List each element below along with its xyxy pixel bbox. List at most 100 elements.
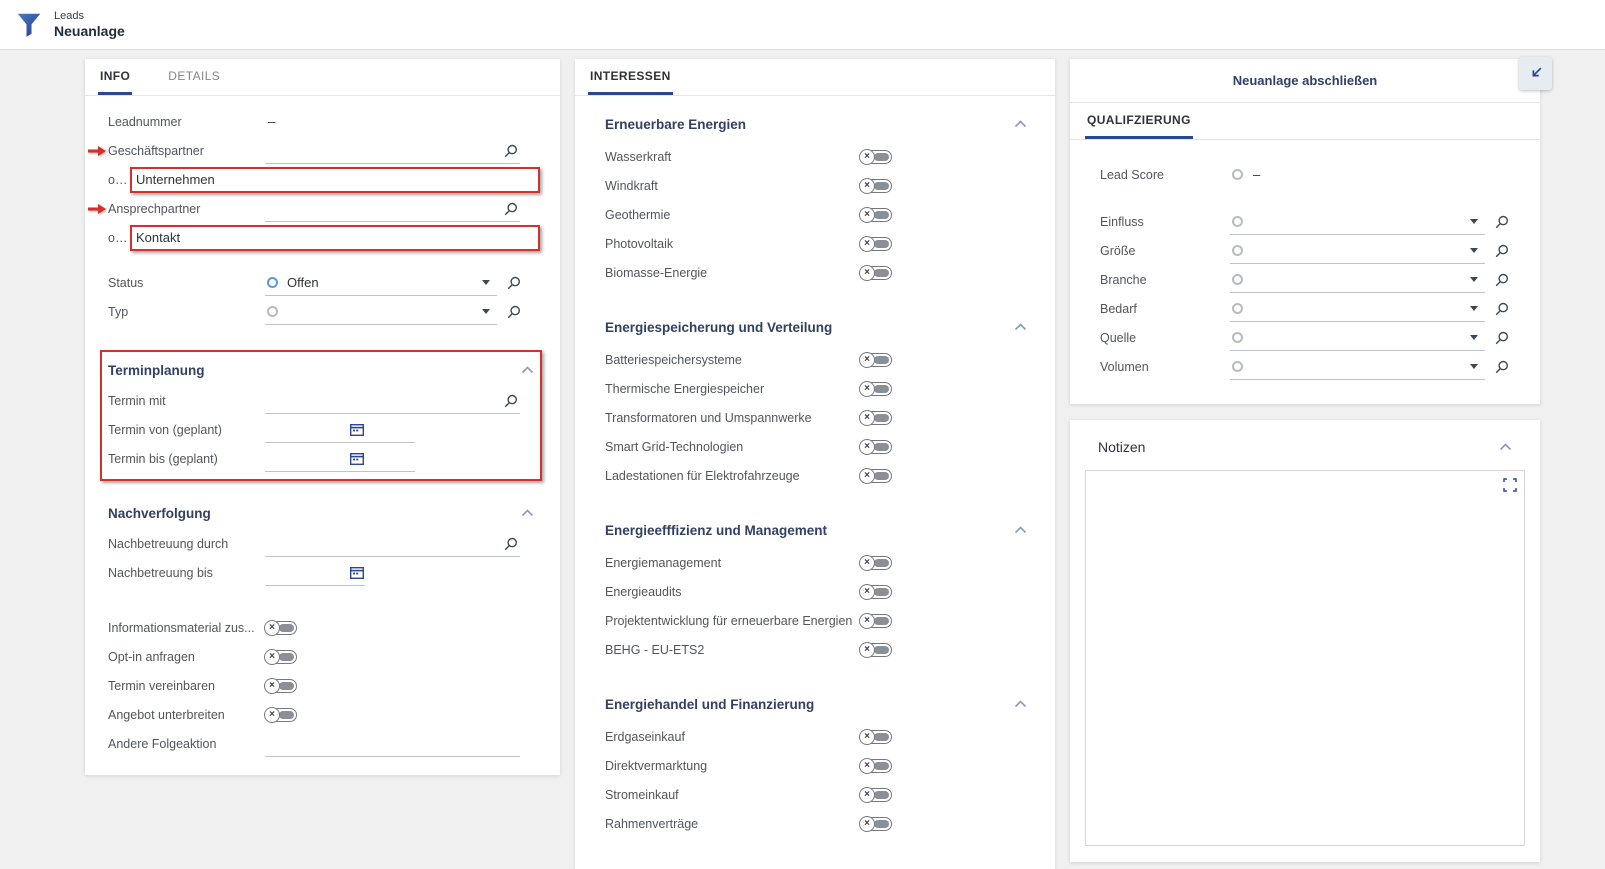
termin-mit-label: Termin mit xyxy=(108,394,265,408)
collapse-chevron-icon[interactable] xyxy=(521,366,534,374)
calendar-icon[interactable] xyxy=(350,423,364,436)
calendar-icon[interactable] xyxy=(350,566,364,579)
collapse-chevron-icon[interactable] xyxy=(521,509,534,517)
tab-details[interactable]: DETAILS xyxy=(166,59,222,95)
oder-label: oder xyxy=(108,173,130,187)
toggle-off[interactable] xyxy=(860,817,892,831)
search-icon[interactable] xyxy=(507,276,521,290)
toggle-off[interactable] xyxy=(265,708,297,722)
tab-info[interactable]: INFO xyxy=(98,59,132,95)
geschaeftspartner-input[interactable] xyxy=(265,138,520,164)
toggle-off[interactable] xyxy=(265,650,297,664)
toggle-off[interactable] xyxy=(860,411,892,425)
termin-mit-input[interactable] xyxy=(265,388,520,414)
calendar-icon[interactable] xyxy=(350,452,364,465)
search-icon[interactable] xyxy=(1495,215,1509,229)
kontakt-input[interactable]: Kontakt xyxy=(130,225,540,251)
section-title: Energiehandel und Finanzierung xyxy=(605,697,814,712)
toggle-x-icon xyxy=(264,649,280,665)
termin-von-input[interactable] xyxy=(265,417,415,443)
toggle-off[interactable] xyxy=(860,150,892,164)
toggle-off[interactable] xyxy=(860,266,892,280)
toggle-off[interactable] xyxy=(860,788,892,802)
toggle-off[interactable] xyxy=(265,621,297,635)
toggle-row: Informationsmaterial zus... xyxy=(108,613,520,642)
search-icon[interactable] xyxy=(1495,273,1509,287)
interest-row: Projektentwicklung für erneuerbare Energ… xyxy=(575,606,1055,635)
complete-button[interactable]: Neuanlage abschließen xyxy=(1070,59,1540,103)
toggle-off[interactable] xyxy=(860,643,892,657)
chevron-down-icon[interactable] xyxy=(1470,219,1478,224)
unternehmen-input[interactable]: Unternehmen xyxy=(130,167,540,193)
interest-label: Thermische Energiespeicher xyxy=(605,382,860,396)
toggle-off[interactable] xyxy=(860,208,892,222)
notizen-title: Notizen xyxy=(1098,439,1145,455)
search-icon[interactable] xyxy=(504,202,518,216)
interest-label: Smart Grid-Technologien xyxy=(605,440,860,454)
field-andere-folgeaktion: Andere Folgeaktion xyxy=(108,729,520,758)
oder-label: oder xyxy=(108,231,130,245)
search-icon[interactable] xyxy=(504,394,518,408)
toggle-off[interactable] xyxy=(860,759,892,773)
toggle-off[interactable] xyxy=(860,237,892,251)
expand-fullscreen-icon[interactable] xyxy=(1503,478,1517,492)
toggle-off[interactable] xyxy=(860,469,892,483)
notes-textarea[interactable] xyxy=(1085,470,1525,846)
volumen-select[interactable] xyxy=(1230,354,1485,380)
andere-folgeaktion-input[interactable] xyxy=(265,731,520,757)
geschaeftspartner-label: Geschäftspartner xyxy=(108,144,265,158)
toggle-off[interactable] xyxy=(860,614,892,628)
collapse-chevron-icon[interactable] xyxy=(1499,443,1512,451)
bedarf-select[interactable] xyxy=(1230,296,1485,322)
toggle-off[interactable] xyxy=(860,556,892,570)
toggle-x-icon xyxy=(264,620,280,636)
tab-qualifizierung[interactable]: QUALIFZIERUNG xyxy=(1085,103,1193,139)
toggle-off[interactable] xyxy=(860,585,892,599)
collapse-chevron-icon[interactable] xyxy=(1014,120,1027,128)
nachbetreuung-bis-input[interactable] xyxy=(265,560,365,586)
toggle-off[interactable] xyxy=(860,440,892,454)
typ-select[interactable] xyxy=(265,299,497,325)
toggle-x-icon xyxy=(859,584,875,600)
toggle-x-icon xyxy=(859,613,875,629)
search-icon[interactable] xyxy=(1495,360,1509,374)
interest-row: Windkraft xyxy=(575,171,1055,200)
search-icon[interactable] xyxy=(504,144,518,158)
collapse-arrow-icon xyxy=(1527,65,1544,82)
collapse-chevron-icon[interactable] xyxy=(1014,323,1027,331)
ansprechpartner-input[interactable] xyxy=(265,196,520,222)
collapse-chevron-icon[interactable] xyxy=(1014,526,1027,534)
search-icon[interactable] xyxy=(507,305,521,319)
toggle-off[interactable] xyxy=(860,179,892,193)
toggle-x-icon xyxy=(264,678,280,694)
chevron-down-icon[interactable] xyxy=(1470,277,1478,282)
chevron-down-icon[interactable] xyxy=(482,309,490,314)
toggle-off[interactable] xyxy=(265,679,297,693)
chevron-down-icon[interactable] xyxy=(1470,306,1478,311)
field-termin-bis: Termin bis (geplant) xyxy=(108,444,520,473)
branche-select[interactable] xyxy=(1230,267,1485,293)
chevron-down-icon[interactable] xyxy=(1470,364,1478,369)
annotation-arrow xyxy=(87,203,107,215)
field-oder-unternehmen: oder Unternehmen xyxy=(108,165,520,194)
search-icon[interactable] xyxy=(1495,244,1509,258)
lead-score-label: Lead Score xyxy=(1100,168,1230,182)
chevron-down-icon[interactable] xyxy=(1470,335,1478,340)
chevron-down-icon[interactable] xyxy=(482,280,490,285)
status-select[interactable]: Offen xyxy=(265,270,497,296)
quelle-select[interactable] xyxy=(1230,325,1485,351)
toggle-off[interactable] xyxy=(860,730,892,744)
chevron-down-icon[interactable] xyxy=(1470,248,1478,253)
toggle-off[interactable] xyxy=(860,382,892,396)
nachbetreuung-durch-input[interactable] xyxy=(265,531,520,557)
search-icon[interactable] xyxy=(504,537,518,551)
search-icon[interactable] xyxy=(1495,302,1509,316)
search-icon[interactable] xyxy=(1495,331,1509,345)
groesse-select[interactable] xyxy=(1230,238,1485,264)
collapse-chevron-icon[interactable] xyxy=(1014,700,1027,708)
termin-bis-input[interactable] xyxy=(265,446,415,472)
collapse-panel-button[interactable] xyxy=(1519,57,1552,90)
toggle-off[interactable] xyxy=(860,353,892,367)
tab-interessen[interactable]: INTERESSEN xyxy=(588,59,673,95)
einfluss-select[interactable] xyxy=(1230,209,1485,235)
